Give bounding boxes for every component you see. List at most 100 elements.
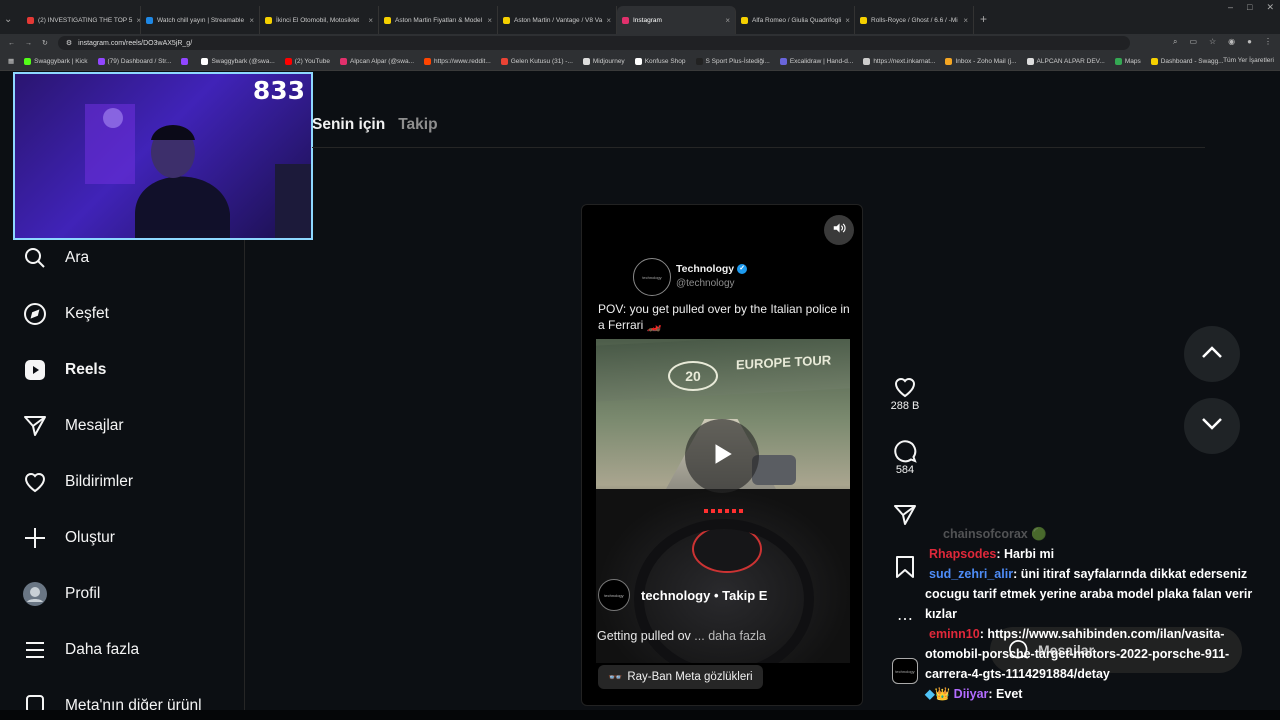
like-button[interactable]: 288 B <box>889 374 921 412</box>
tab-close-icon[interactable]: × <box>606 16 611 25</box>
browser-tab[interactable]: Instagram × <box>617 6 736 34</box>
bookmark-star-icon[interactable]: ☆ <box>1209 37 1216 47</box>
bookmark-item[interactable]: Konfuse Shop <box>634 57 686 65</box>
bookmark-item[interactable]: Swaggybark | Kick <box>24 57 88 65</box>
viewer-counter: 833 <box>252 76 305 105</box>
maximize-icon[interactable]: □ <box>1247 2 1252 13</box>
apps-icon[interactable]: ▦ <box>8 57 14 65</box>
rayban-tag[interactable]: 👓 Ray-Ban Meta gözlükleri <box>598 665 763 689</box>
sidebar-item-more[interactable]: Daha fazla <box>22 637 139 663</box>
more-dots-icon: ⋯ <box>897 611 913 628</box>
sidebar-item-messages[interactable]: Mesajlar <box>22 413 124 439</box>
zoom-icon[interactable]: ⌕ <box>1173 37 1177 47</box>
browser-tab[interactable]: İkinci El Otomobil, Motosiklet × <box>260 6 379 34</box>
comment-button[interactable]: 584 <box>889 438 921 476</box>
bookmark-item[interactable]: Inbox - Zoho Mail (j... <box>945 57 1017 65</box>
tab-close-icon[interactable]: × <box>487 16 492 25</box>
bookmark-item[interactable]: (79) Dashboard / Str... <box>97 57 171 65</box>
profile-icon[interactable]: ● <box>1247 37 1252 47</box>
save-button[interactable] <box>889 554 921 580</box>
close-window-icon[interactable]: ✕ <box>1266 2 1274 13</box>
bookmark-item[interactable]: (2) YouTube <box>284 57 330 65</box>
browser-tab[interactable]: (2) INVESTIGATING THE TOP 5 × <box>22 6 141 34</box>
bookmark-label: (2) YouTube <box>294 57 330 65</box>
reel-caption: Getting pulled ov ... daha fazla <box>597 629 766 643</box>
bookmark-item[interactable] <box>181 57 191 65</box>
tab-close-icon[interactable]: × <box>963 16 968 25</box>
extension-icon[interactable]: ◉ <box>1228 37 1235 47</box>
bookmark-label: Inbox - Zoho Mail (j... <box>955 57 1017 65</box>
bookmark-label: Swaggybark | Kick <box>34 57 88 65</box>
bookmark-item[interactable]: Midjourney <box>582 57 625 65</box>
reel-author-name[interactable]: technology <box>641 588 710 603</box>
url-input[interactable]: ⚙ instagram.com/reels/DO3wAX5jR_g/ <box>57 36 1130 50</box>
browser-tab[interactable]: Alfa Romeo / Giulia Quadrifogli × <box>736 6 855 34</box>
tweet-author-name: Technology <box>676 263 735 275</box>
tab-favicon <box>27 16 34 24</box>
tab-following[interactable]: Takip <box>398 116 437 134</box>
browser-tab[interactable]: Rolls-Royce / Ghost / 6.6 / -Mi × <box>855 6 974 34</box>
bookmark-item[interactable]: Maps <box>1114 57 1141 65</box>
tab-close-icon[interactable]: × <box>368 16 373 25</box>
tab-close-icon[interactable]: × <box>249 16 254 25</box>
reel-player[interactable]: technology Technology ✓ @technology POV: … <box>581 204 863 706</box>
browser-tab[interactable]: Aston Martin Fiyatları & Model × <box>379 6 498 34</box>
tab-favicon <box>503 16 510 24</box>
comment-count: 584 <box>895 464 915 476</box>
bookmark-label: Midjourney <box>592 57 625 65</box>
tab-close-icon[interactable]: × <box>725 16 730 25</box>
chat-user: Diiyar <box>953 687 989 701</box>
cast-icon[interactable]: ▭ <box>1189 37 1197 47</box>
sidebar-item-explore[interactable]: Keşfet <box>22 301 109 327</box>
bookmark-item[interactable]: https://www.reddit... <box>424 57 491 65</box>
sidebar-item-profile[interactable]: Profil <box>22 581 100 607</box>
bookmark-favicon <box>500 57 508 65</box>
play-button[interactable] <box>685 419 759 493</box>
reel-video[interactable]: EUROPE TOUR 20 technology technology • T… <box>596 339 850 663</box>
bookmark-item[interactable]: Swaggybark (@swa... <box>201 57 275 65</box>
all-bookmarks[interactable]: Tüm Yer İşaretleri <box>1223 57 1274 64</box>
sidebar-item-create[interactable]: Oluştur <box>22 525 115 551</box>
bookmark-item[interactable]: S Sport Plus-İstediği... <box>695 57 770 65</box>
tab-title: (2) INVESTIGATING THE TOP 5 <box>38 16 133 24</box>
bookmark-item[interactable]: Gelen Kutusu (31) -... <box>500 57 573 65</box>
bookmark-item[interactable]: Excalidraw | Hand-d... <box>779 57 853 65</box>
site-info-icon[interactable]: ⚙ <box>66 39 72 47</box>
sidebar-item-label: Bildirimler <box>65 473 134 490</box>
audio-avatar[interactable]: technology <box>889 658 921 684</box>
bookmark-item[interactable]: Dashboard - Swagg... <box>1150 57 1224 65</box>
previous-reel-button[interactable] <box>1184 326 1240 382</box>
more-options-button[interactable]: ⋯ <box>889 606 921 632</box>
tab-close-icon[interactable]: × <box>845 16 850 25</box>
webcam-overlay: 833 <box>13 72 313 240</box>
bottom-scrollbar[interactable] <box>0 710 1280 720</box>
forward-icon[interactable]: → <box>25 40 32 47</box>
chat-message: ◆👑 Diiyar: Evet <box>925 684 1265 704</box>
sidebar-item-search[interactable]: Ara <box>22 245 89 271</box>
bookmark-item[interactable]: Alpcan Alpar (@swa... <box>339 57 414 65</box>
bookmark-item[interactable]: https://next.inkarnat... <box>863 57 935 65</box>
bookmark-label: Swaggybark (@swa... <box>211 57 275 65</box>
sound-toggle-button[interactable] <box>824 215 854 245</box>
bookmark-label: ALPCAN ALPAR DEV... <box>1036 57 1105 65</box>
share-button[interactable] <box>889 502 921 528</box>
browser-tab[interactable]: Watch chill yayın | Streamable × <box>141 6 260 34</box>
reel-author-avatar[interactable]: technology <box>598 579 630 611</box>
new-tab-button[interactable]: + <box>980 6 987 34</box>
reload-icon[interactable]: ↻ <box>42 39 48 47</box>
next-reel-button[interactable] <box>1184 398 1240 454</box>
tab-for-you[interactable]: Senin için <box>312 116 385 134</box>
chat-user: Rhapsodes <box>929 547 997 561</box>
bookmark-item[interactable]: ALPCAN ALPAR DEV... <box>1026 57 1105 65</box>
browser-menu-icon[interactable]: ⋮ <box>1264 37 1272 47</box>
caption-more-link[interactable]: ... daha fazla <box>694 629 766 643</box>
back-icon[interactable]: ← <box>8 40 15 47</box>
tab-search-icon[interactable]: ⌄ <box>4 14 16 28</box>
minimize-icon[interactable]: – <box>1228 2 1233 13</box>
profile-avatar <box>22 581 48 607</box>
follow-button[interactable]: Takip E <box>722 588 767 603</box>
tab-title: Rolls-Royce / Ghost / 6.6 / -Mi <box>871 16 958 24</box>
browser-tab[interactable]: Aston Martin / Vantage / V8 Va × <box>498 6 617 34</box>
sidebar-item-reels[interactable]: Reels <box>22 357 106 383</box>
sidebar-item-notifications[interactable]: Bildirimler <box>22 469 133 495</box>
